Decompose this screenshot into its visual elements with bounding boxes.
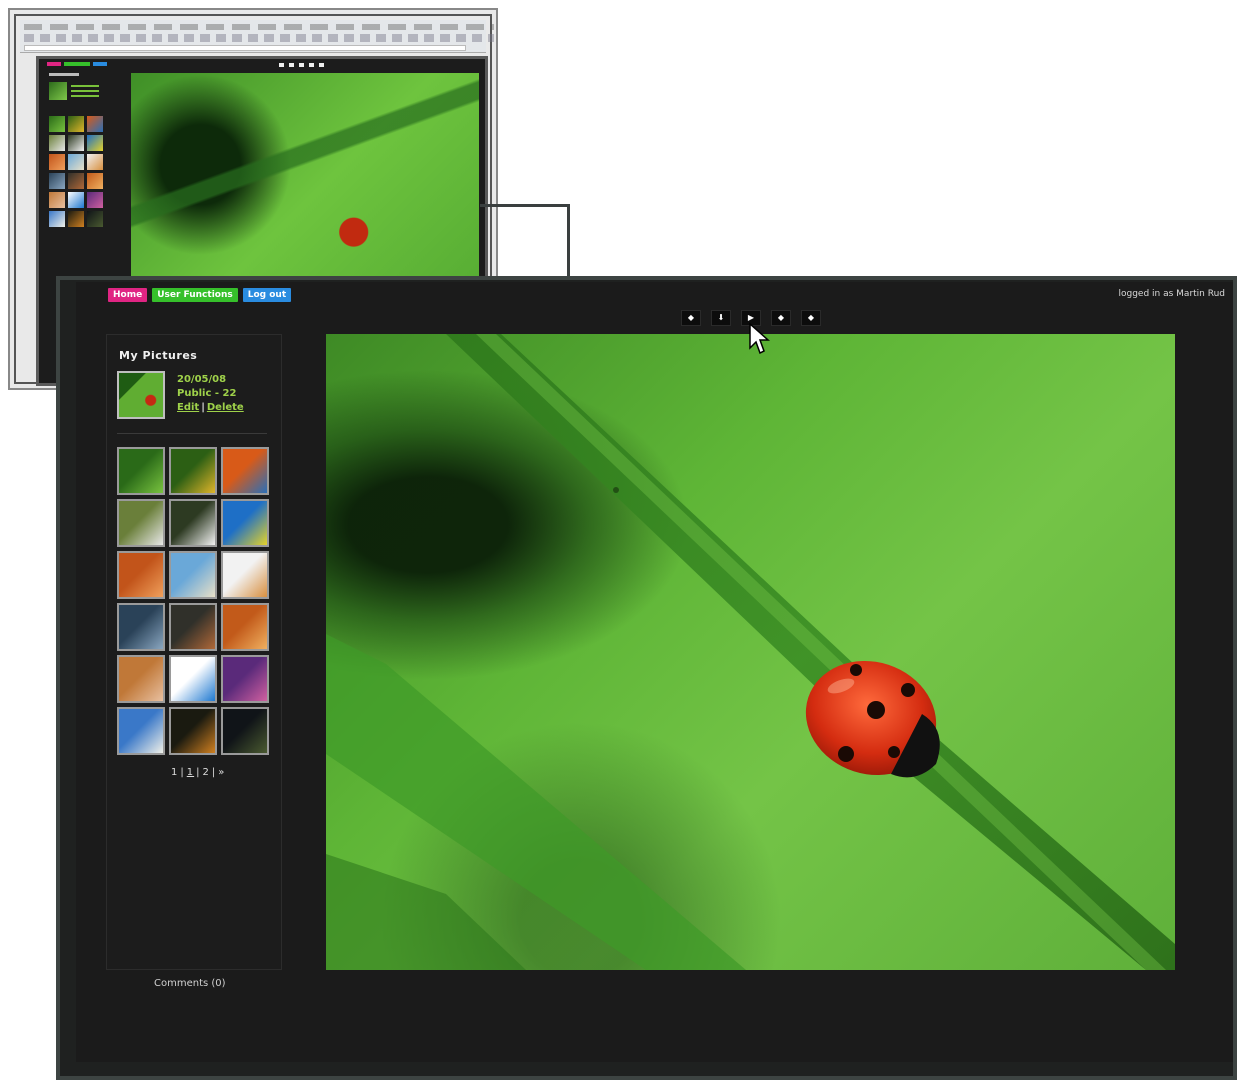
thumbnail-basketball[interactable] — [117, 551, 165, 599]
inset-thumbnail — [68, 192, 84, 208]
thumbnail-white-flower[interactable] — [169, 499, 217, 547]
thumbnail-golf-ball[interactable] — [117, 499, 165, 547]
inset-sidebar — [49, 73, 111, 227]
user-functions-button[interactable]: User Functions — [152, 288, 238, 302]
inset-thumbnail — [68, 135, 84, 151]
first-icon[interactable]: ◆ — [681, 310, 701, 326]
meta-separator: | — [201, 402, 205, 413]
inset-thumbnail — [87, 173, 103, 189]
download-icon[interactable]: ⬇ — [711, 310, 731, 326]
thumbnail-cyclist[interactable] — [169, 707, 217, 755]
thumbnail-beach[interactable] — [169, 551, 217, 599]
current-picture-thumbnail[interactable] — [117, 371, 165, 419]
gallery-window: Home User Functions Log out logged in as… — [56, 276, 1237, 1080]
inset-thumbnail — [68, 211, 84, 227]
gallery-page: Home User Functions Log out logged in as… — [76, 282, 1233, 1062]
picture-date: 20/05/08 — [177, 374, 227, 385]
thumbnail-city-street[interactable] — [117, 603, 165, 651]
thumbnail-green-yellow[interactable] — [169, 447, 217, 495]
inset-browser-toolbar — [20, 20, 494, 53]
thumbnail-motorcycle[interactable] — [169, 603, 217, 651]
home-button[interactable]: Home — [108, 288, 148, 302]
pager-current[interactable]: 1 — [187, 767, 194, 778]
pager-page-2[interactable]: 2 — [203, 767, 210, 778]
picture-visibility: Public - 22 — [177, 388, 237, 399]
inset-thumbnail — [87, 211, 103, 227]
inset-thumbnail — [49, 211, 65, 227]
inset-thumbnail — [49, 192, 65, 208]
inset-thumbnail — [87, 154, 103, 170]
top-nav: Home User Functions Log out — [108, 288, 292, 302]
current-picture-meta: 20/05/08 Public - 22 Edit | Delete — [177, 373, 244, 415]
pager-prev[interactable]: 1 — [171, 767, 178, 778]
inset-main-image — [131, 73, 479, 277]
thumbnail-blue-fish[interactable] — [221, 499, 269, 547]
fullscreen-icon[interactable]: ◆ — [801, 310, 821, 326]
zoom-connector-line — [480, 204, 570, 284]
thumbnail-sunglasses[interactable] — [221, 551, 269, 599]
comments-link[interactable]: Comments (0) — [154, 978, 226, 989]
inset-nav — [47, 62, 107, 66]
inset-thumbnail — [49, 135, 65, 151]
thumbnail-purple-palm[interactable] — [221, 655, 269, 703]
leaf-graphic — [326, 334, 1175, 970]
thumbnail-hands[interactable] — [117, 655, 165, 703]
thumbnail-orange-flower[interactable] — [221, 447, 269, 495]
inset-thumbnail — [49, 173, 65, 189]
slideshow-icon[interactable]: ◆ — [771, 310, 791, 326]
inset-thumbnail — [68, 154, 84, 170]
delete-link[interactable]: Delete — [207, 402, 244, 413]
login-status: logged in as Martin Rud — [1118, 289, 1225, 299]
pager: 1 | 1 | 2 |» — [171, 767, 226, 778]
inset-thumbnail — [49, 154, 65, 170]
pager-next[interactable]: » — [218, 767, 225, 778]
thumbnail-grid — [117, 447, 269, 755]
thumbnail-dark-road[interactable] — [221, 707, 269, 755]
edit-link[interactable]: Edit — [177, 402, 199, 413]
thumbnail-sunset-beach[interactable] — [221, 603, 269, 651]
thumbnail-butterfly[interactable] — [169, 655, 217, 703]
main-picture[interactable] — [326, 334, 1175, 970]
inset-thumbnail — [68, 173, 84, 189]
thumbnail-palm-beach[interactable] — [117, 707, 165, 755]
inset-thumbnail — [68, 116, 84, 132]
sidebar: My Pictures 20/05/08 Public - 22 Edit | De… — [106, 334, 282, 970]
inset-thumbnail — [87, 116, 103, 132]
inset-thumbnail — [87, 135, 103, 151]
mouse-cursor-icon — [749, 322, 770, 355]
sidebar-divider — [117, 433, 267, 434]
logout-button[interactable]: Log out — [242, 288, 292, 302]
inset-viewer-controls — [279, 63, 324, 67]
thumbnail-ladybug-leaf[interactable] — [117, 447, 165, 495]
inset-thumbnail — [49, 116, 65, 132]
inset-thumbnail — [87, 192, 103, 208]
sidebar-title: My Pictures — [119, 349, 198, 362]
